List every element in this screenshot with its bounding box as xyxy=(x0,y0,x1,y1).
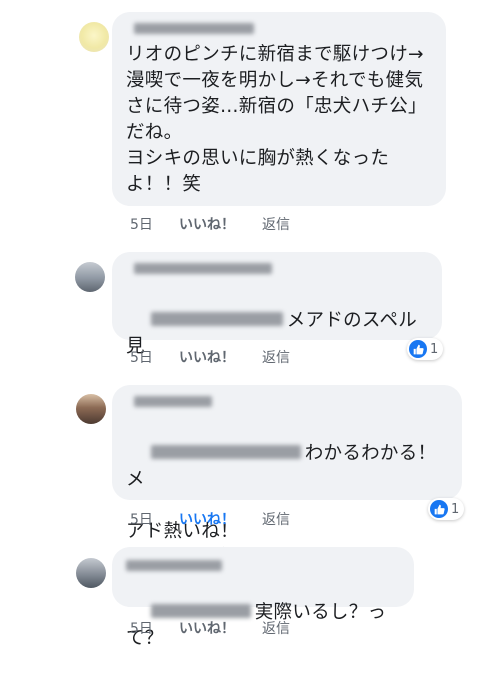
reply-button[interactable]: 返信 xyxy=(262,214,290,234)
commenter-name-redacted[interactable] xyxy=(126,21,432,42)
like-button[interactable]: いいね！ xyxy=(179,509,262,529)
comment-bubble: リオのピンチに新宿まで駆けつけ→ 漫喫で一夜を明かし→それでも健気 さに待つ姿…… xyxy=(112,12,446,206)
reaction-count-badge[interactable]: 1 xyxy=(428,498,465,520)
commenter-name-redacted[interactable] xyxy=(126,261,428,282)
avatar[interactable] xyxy=(75,262,105,292)
commenter-name-redacted[interactable] xyxy=(126,394,448,415)
thumbs-up-icon xyxy=(430,500,448,518)
mention-redacted[interactable] xyxy=(150,604,251,618)
reply-button[interactable]: 返信 xyxy=(262,347,290,367)
comment-bubble: わかるわかる！メ アド熱いね！ 実際いるし笑 xyxy=(112,385,462,568)
comment-bubble: 実際いるし？って？ xyxy=(112,547,414,649)
comment-bubble: メアドのスペル見 て！ xyxy=(112,252,442,409)
reply-button[interactable]: 返信 xyxy=(262,509,290,529)
comment-actions: 5日 いいね！ 返信 xyxy=(130,347,290,367)
mention-redacted[interactable] xyxy=(150,445,301,459)
reply-button[interactable]: 返信 xyxy=(262,618,290,638)
commenter-name-redacted[interactable] xyxy=(126,555,222,574)
like-button[interactable]: いいね！ xyxy=(179,618,262,638)
avatar[interactable] xyxy=(76,558,106,588)
like-button[interactable]: いいね！ xyxy=(179,214,262,234)
comment-actions: 5日 いいね！ 返信 xyxy=(130,618,290,638)
avatar[interactable] xyxy=(76,394,106,424)
thumbs-up-icon xyxy=(409,340,427,358)
comment-timestamp[interactable]: 5日 xyxy=(130,509,179,529)
avatar[interactable] xyxy=(79,22,109,52)
comment-actions: 5日 いいね！ 返信 xyxy=(130,509,290,529)
comment-timestamp[interactable]: 5日 xyxy=(130,347,179,367)
reaction-count: 1 xyxy=(430,341,439,357)
reaction-count-badge[interactable]: 1 xyxy=(407,338,444,360)
comment-actions: 5日 いいね！ 返信 xyxy=(130,214,290,234)
like-button[interactable]: いいね！ xyxy=(179,347,262,367)
comment-text: リオのピンチに新宿まで駆けつけ→ 漫喫で一夜を明かし→それでも健気 さに待つ姿…… xyxy=(126,44,427,195)
mention-redacted[interactable] xyxy=(150,312,283,326)
comment-timestamp[interactable]: 5日 xyxy=(130,618,179,638)
reaction-count: 1 xyxy=(451,501,460,517)
comment-timestamp[interactable]: 5日 xyxy=(130,214,179,234)
